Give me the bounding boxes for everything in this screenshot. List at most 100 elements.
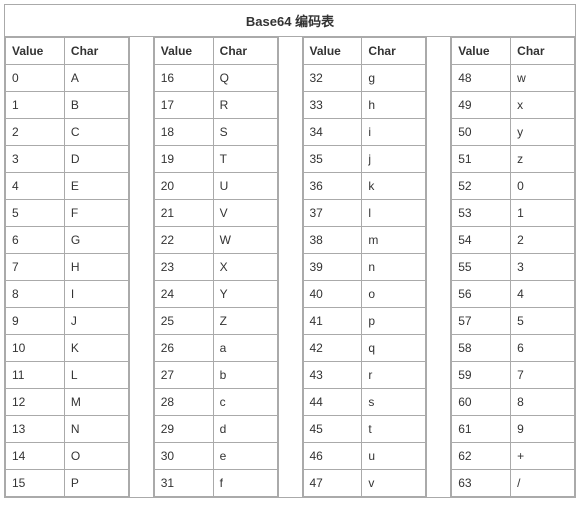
cell-value: 12 [6, 389, 65, 416]
table-row: 15P [6, 470, 129, 497]
group-cell-0: ValueChar0A1B2C3D4E5F6G7H8I9J10K11L12M13… [5, 37, 130, 498]
cell-char: Q [213, 65, 277, 92]
cell-char: T [213, 146, 277, 173]
table-row: 30e [154, 443, 277, 470]
cell-char: y [511, 119, 575, 146]
table-row: 564 [452, 281, 575, 308]
table-row: 37l [303, 200, 426, 227]
cell-char: p [362, 308, 426, 335]
cell-char: j [362, 146, 426, 173]
cell-value: 26 [154, 335, 213, 362]
table-header-row: ValueChar [6, 38, 129, 65]
table-row: 18S [154, 119, 277, 146]
table-row: 1B [6, 92, 129, 119]
table-row: 553 [452, 254, 575, 281]
spacer-cell [129, 37, 153, 498]
table-row: 28c [154, 389, 277, 416]
cell-char: 1 [511, 200, 575, 227]
cell-char: 3 [511, 254, 575, 281]
header-value: Value [452, 38, 511, 65]
table-row: 32g [303, 65, 426, 92]
cell-value: 30 [154, 443, 213, 470]
table-row: 40o [303, 281, 426, 308]
table-row: 10K [6, 335, 129, 362]
cell-value: 31 [154, 470, 213, 497]
cell-value: 20 [154, 173, 213, 200]
cell-value: 25 [154, 308, 213, 335]
cell-char: 7 [511, 362, 575, 389]
table-row: 39n [303, 254, 426, 281]
cell-char: v [362, 470, 426, 497]
cell-value: 9 [6, 308, 65, 335]
value-char-table: ValueChar48w49x50y51z5205315425535645755… [451, 37, 575, 497]
cell-char: u [362, 443, 426, 470]
cell-value: 36 [303, 173, 362, 200]
header-value: Value [303, 38, 362, 65]
table-row: 63/ [452, 470, 575, 497]
header-char: Char [511, 38, 575, 65]
cell-char: J [64, 308, 128, 335]
cell-value: 62 [452, 443, 511, 470]
cell-char: I [64, 281, 128, 308]
table-row: 23X [154, 254, 277, 281]
cell-char: D [64, 146, 128, 173]
cell-value: 38 [303, 227, 362, 254]
table-row: 46u [303, 443, 426, 470]
cell-char: L [64, 362, 128, 389]
cell-char: l [362, 200, 426, 227]
table-row: 24Y [154, 281, 277, 308]
table-header-row: ValueChar [303, 38, 426, 65]
cell-char: b [213, 362, 277, 389]
table-row: 31f [154, 470, 277, 497]
table-row: 26a [154, 335, 277, 362]
cell-value: 4 [6, 173, 65, 200]
table-row: 14O [6, 443, 129, 470]
table-row: 520 [452, 173, 575, 200]
cell-char: G [64, 227, 128, 254]
cell-value: 22 [154, 227, 213, 254]
cell-value: 51 [452, 146, 511, 173]
cell-value: 14 [6, 443, 65, 470]
header-char: Char [213, 38, 277, 65]
table-row: 38m [303, 227, 426, 254]
cell-value: 40 [303, 281, 362, 308]
cell-char: B [64, 92, 128, 119]
cell-value: 48 [452, 65, 511, 92]
cell-char: A [64, 65, 128, 92]
cell-char: s [362, 389, 426, 416]
header-value: Value [154, 38, 213, 65]
cell-char: N [64, 416, 128, 443]
cell-value: 1 [6, 92, 65, 119]
cell-value: 35 [303, 146, 362, 173]
cell-value: 16 [154, 65, 213, 92]
cell-value: 21 [154, 200, 213, 227]
table-row: 9J [6, 308, 129, 335]
group-cell-2: ValueChar32g33h34i35j36k37l38m39n40o41p4… [302, 37, 427, 498]
table-header-row: ValueChar [452, 38, 575, 65]
cell-char: 9 [511, 416, 575, 443]
cell-char: P [64, 470, 128, 497]
table-row: 29d [154, 416, 277, 443]
cell-char: n [362, 254, 426, 281]
cell-char: x [511, 92, 575, 119]
cell-char: 4 [511, 281, 575, 308]
table-row: 19T [154, 146, 277, 173]
cell-value: 15 [6, 470, 65, 497]
table-row: 12M [6, 389, 129, 416]
cell-char: 8 [511, 389, 575, 416]
table-row: 0A [6, 65, 129, 92]
cell-char: a [213, 335, 277, 362]
table-row: 13N [6, 416, 129, 443]
cell-value: 45 [303, 416, 362, 443]
cell-char: R [213, 92, 277, 119]
cell-char: + [511, 443, 575, 470]
cell-char: X [213, 254, 277, 281]
table-row: 531 [452, 200, 575, 227]
cell-char: q [362, 335, 426, 362]
cell-value: 37 [303, 200, 362, 227]
cell-char: k [362, 173, 426, 200]
cell-value: 11 [6, 362, 65, 389]
cell-value: 43 [303, 362, 362, 389]
cell-value: 50 [452, 119, 511, 146]
cell-char: E [64, 173, 128, 200]
